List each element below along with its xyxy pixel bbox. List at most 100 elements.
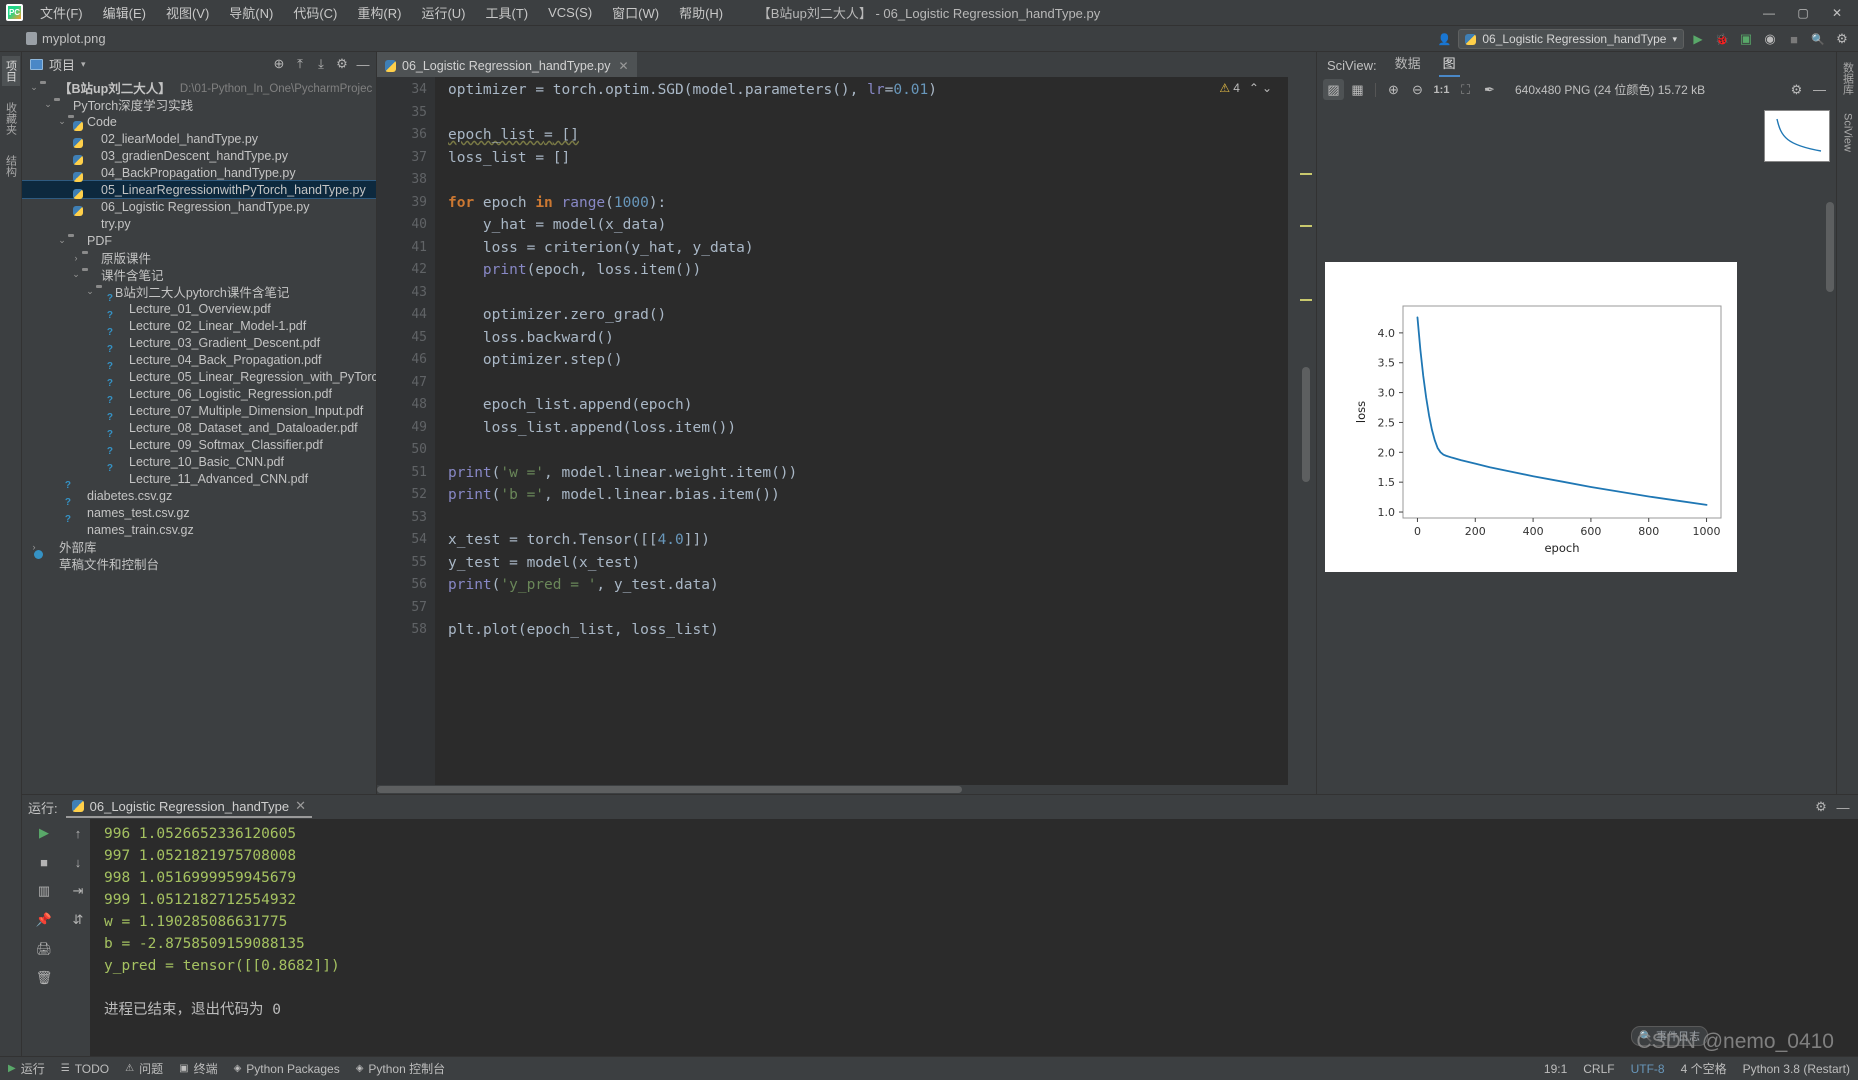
line-number[interactable]: 38 bbox=[377, 169, 435, 192]
code-line[interactable]: x_test = torch.Tensor([[4.0]]) bbox=[436, 529, 1288, 552]
chevron-down-icon[interactable]: ⌄ bbox=[84, 286, 96, 297]
line-number[interactable]: 36 bbox=[377, 124, 435, 147]
coverage-button[interactable]: ▣ bbox=[1736, 29, 1756, 49]
code-line[interactable]: y_hat = model(x_data) bbox=[436, 214, 1288, 237]
tree-row[interactable]: ⌄ PyTorch深度学习实践 bbox=[22, 96, 376, 113]
scroll-down-icon[interactable]: ↓ bbox=[67, 852, 89, 872]
code-line[interactable]: optimizer.step() bbox=[436, 349, 1288, 372]
tree-row[interactable]: Lecture_05_Linear_Regression_with_PyTorc… bbox=[22, 368, 376, 385]
chevron-down-icon[interactable]: ⌄ bbox=[70, 269, 82, 280]
menu-code[interactable]: 代码(C) bbox=[284, 0, 346, 25]
line-number[interactable]: 55 bbox=[377, 552, 435, 575]
menu-vcs[interactable]: VCS(S) bbox=[539, 2, 601, 23]
line-number[interactable]: 45 bbox=[377, 327, 435, 350]
line-number[interactable]: 54 bbox=[377, 529, 435, 552]
chevron-right-icon[interactable]: › bbox=[70, 253, 82, 263]
menu-help[interactable]: 帮助(H) bbox=[670, 0, 732, 25]
next-problem-icon[interactable]: ⌄ bbox=[1262, 81, 1272, 95]
menu-window[interactable]: 窗口(W) bbox=[603, 0, 668, 25]
editor-hscroll-thumb[interactable] bbox=[377, 786, 962, 793]
minimize-button[interactable]: — bbox=[1752, 1, 1786, 25]
line-number[interactable]: 47 bbox=[377, 372, 435, 395]
tree-row[interactable]: 草稿文件和控制台 bbox=[22, 555, 376, 572]
status-run[interactable]: ▶ 运行 bbox=[8, 1060, 45, 1077]
console-output[interactable]: 996 1.0526652336120605 997 1.052182197570… bbox=[90, 819, 1858, 1056]
line-number[interactable]: 42 bbox=[377, 259, 435, 282]
line-number[interactable]: 43 bbox=[377, 282, 435, 305]
project-scope-chevron-icon[interactable]: ▾ bbox=[81, 59, 86, 70]
code-line[interactable] bbox=[436, 597, 1288, 620]
status-problems[interactable]: ⚠ 问题 bbox=[125, 1060, 163, 1077]
tree-row[interactable]: ⌄ 【B站up刘二大人】 D:\01-Python_In_One\PycharmPr… bbox=[22, 79, 376, 96]
file-encoding[interactable]: UTF-8 bbox=[1631, 1062, 1665, 1076]
chevron-down-icon[interactable]: ⌄ bbox=[56, 235, 68, 246]
pin-icon[interactable]: 📌 bbox=[33, 910, 55, 930]
line-number[interactable]: 50 bbox=[377, 439, 435, 462]
line-number[interactable]: 49 bbox=[377, 417, 435, 440]
color-picker-icon[interactable]: ✒ bbox=[1479, 79, 1500, 100]
rerun-icon[interactable]: ▶ bbox=[33, 823, 55, 843]
code-line[interactable]: print(epoch, loss.item()) bbox=[436, 259, 1288, 282]
tab-data[interactable]: 数据 bbox=[1391, 53, 1425, 77]
menu-tools[interactable]: 工具(T) bbox=[476, 0, 537, 25]
line-number[interactable]: 39 bbox=[377, 192, 435, 215]
code-line[interactable]: plt.plot(epoch_list, loss_list) bbox=[436, 619, 1288, 642]
chevron-down-icon[interactable]: ⌄ bbox=[28, 82, 40, 93]
tree-row[interactable]: diabetes.csv.gz bbox=[22, 487, 376, 504]
minimize-icon[interactable]: — bbox=[1809, 79, 1830, 100]
stop-button[interactable]: ■ bbox=[1784, 29, 1804, 49]
actual-size-icon[interactable]: 1:1 bbox=[1431, 79, 1452, 100]
line-number[interactable]: 37 bbox=[377, 147, 435, 170]
status-todo[interactable]: ☰ TODO bbox=[61, 1062, 109, 1076]
menu-run[interactable]: 运行(U) bbox=[412, 0, 474, 25]
chevron-down-icon[interactable]: ⌄ bbox=[56, 116, 68, 127]
close-button[interactable]: ✕ bbox=[1820, 1, 1854, 25]
tree-row[interactable]: Lecture_03_Gradient_Descent.pdf bbox=[22, 334, 376, 351]
code-line[interactable] bbox=[436, 439, 1288, 462]
line-number[interactable]: 51 bbox=[377, 462, 435, 485]
line-number[interactable]: 40 bbox=[377, 214, 435, 237]
profile-button[interactable]: ◉ bbox=[1760, 29, 1780, 49]
scroll-up-icon[interactable]: ↑ bbox=[67, 823, 89, 843]
close-icon[interactable]: ✕ bbox=[618, 59, 628, 73]
tree-row[interactable]: names_test.csv.gz bbox=[22, 504, 376, 521]
stop-icon[interactable]: ■ bbox=[33, 852, 55, 872]
menu-edit[interactable]: 编辑(E) bbox=[94, 0, 155, 25]
fit-to-window-icon[interactable]: ⛶ bbox=[1455, 79, 1476, 100]
code-line[interactable] bbox=[436, 372, 1288, 395]
scroll-to-end-icon[interactable]: ⇵ bbox=[67, 910, 89, 930]
menu-view[interactable]: 视图(V) bbox=[157, 0, 218, 25]
code-line[interactable]: loss = criterion(y_hat, y_data) bbox=[436, 237, 1288, 260]
tree-row[interactable]: Lecture_10_Basic_CNN.pdf bbox=[22, 453, 376, 470]
print-icon[interactable]: 🖨 bbox=[33, 939, 55, 959]
line-number[interactable]: 56 bbox=[377, 574, 435, 597]
menu-file[interactable]: 文件(F) bbox=[31, 0, 92, 25]
code-line[interactable]: y_test = model(x_test) bbox=[436, 552, 1288, 575]
search-everywhere-icon[interactable]: 🔍 bbox=[1808, 29, 1828, 49]
tree-row[interactable]: Lecture_09_Softmax_Classifier.pdf bbox=[22, 436, 376, 453]
editor-viewport[interactable]: 34 35 36 37 38 39 40 41 42 43 44 45 46 47 48 49 50 51 52 53… bbox=[377, 77, 1316, 785]
layout-icon[interactable]: ▥ bbox=[33, 881, 55, 901]
run-tab[interactable]: 06_Logistic Regression_handType ✕ bbox=[65, 796, 312, 818]
soft-wrap-icon[interactable]: ⇥ bbox=[67, 881, 89, 901]
tree-row[interactable]: ⌄ 课件含笔记 bbox=[22, 266, 376, 283]
code-line[interactable]: loss_list = [] bbox=[436, 147, 1288, 170]
settings-icon[interactable]: ⚙ bbox=[333, 55, 351, 73]
plot-image[interactable]: 0 200 400 600 800 1000 1.0 1.5 2.0 2.5 3.0 3.5 4.0 ep… bbox=[1325, 262, 1737, 572]
tool-window-favorites[interactable]: 收藏夹 bbox=[2, 98, 20, 139]
inspection-widget[interactable]: ⚠ 4 ⌃ ⌄ bbox=[1219, 81, 1272, 95]
prev-problem-icon[interactable]: ⌃ bbox=[1249, 81, 1259, 95]
status-terminal[interactable]: ▣ 终端 bbox=[179, 1060, 217, 1077]
tree-row[interactable]: Lecture_01_Overview.pdf bbox=[22, 300, 376, 317]
code-line[interactable]: print('b =', model.linear.bias.item()) bbox=[436, 484, 1288, 507]
tree-row[interactable]: Lecture_07_Multiple_Dimension_Input.pdf bbox=[22, 402, 376, 419]
code-line[interactable]: epoch_list = [] bbox=[436, 124, 1288, 147]
editor-scrollbar-thumb[interactable] bbox=[1302, 367, 1310, 482]
tree-row[interactable]: ⌄ B站刘二大人pytorch课件含笔记 bbox=[22, 283, 376, 300]
code-line[interactable]: ∟ loss_list.append(loss.item()) bbox=[436, 417, 1288, 440]
python-interpreter[interactable]: Python 3.8 (Restart) bbox=[1743, 1062, 1850, 1076]
trash-icon[interactable]: 🗑 bbox=[33, 968, 55, 988]
sciview-content[interactable]: 0 200 400 600 800 1000 1.0 1.5 2.0 2.5 3.0 3.5 4.0 ep… bbox=[1317, 102, 1836, 794]
chevron-down-icon[interactable]: ⌄ bbox=[42, 99, 54, 110]
code-line[interactable]: epoch_list.append(epoch) bbox=[436, 394, 1288, 417]
